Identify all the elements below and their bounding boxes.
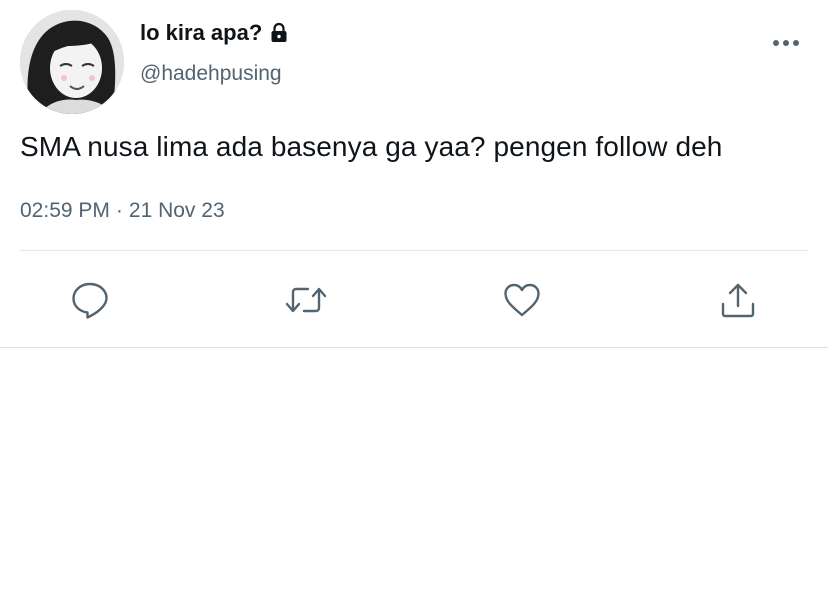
user-handle[interactable]: @hadehpusing	[140, 62, 282, 86]
reply-button[interactable]	[68, 278, 112, 322]
like-button[interactable]	[500, 278, 544, 322]
profile-photo	[20, 10, 124, 114]
reply-icon	[72, 282, 108, 319]
more-dots-icon	[773, 40, 799, 46]
tweet-date: 21 Nov 23	[128, 199, 225, 222]
tweet-timestamp[interactable]: 02:59 PM · 21 Nov 23	[20, 199, 225, 223]
display-name[interactable]: lo kira apa?	[140, 20, 290, 46]
tweet-time: 02:59 PM	[20, 199, 110, 222]
share-button[interactable]	[716, 278, 760, 322]
retweet-icon	[285, 287, 327, 313]
heart-icon	[504, 283, 540, 317]
tweet-text: SMA nusa lima ada basenya ga yaa? pengen…	[20, 131, 723, 162]
more-button[interactable]	[766, 28, 806, 58]
share-icon	[721, 283, 755, 318]
avatar[interactable]	[20, 10, 124, 114]
retweet-button[interactable]	[284, 278, 328, 322]
timestamp-separator: ·	[115, 199, 123, 222]
tweet: lo kira apa? @hadehpusing SMA nusa lima …	[0, 0, 828, 348]
divider	[20, 250, 808, 251]
display-name-text: lo kira apa?	[140, 20, 263, 45]
tweet-bottom-border	[0, 347, 828, 348]
lock-icon	[268, 22, 290, 44]
